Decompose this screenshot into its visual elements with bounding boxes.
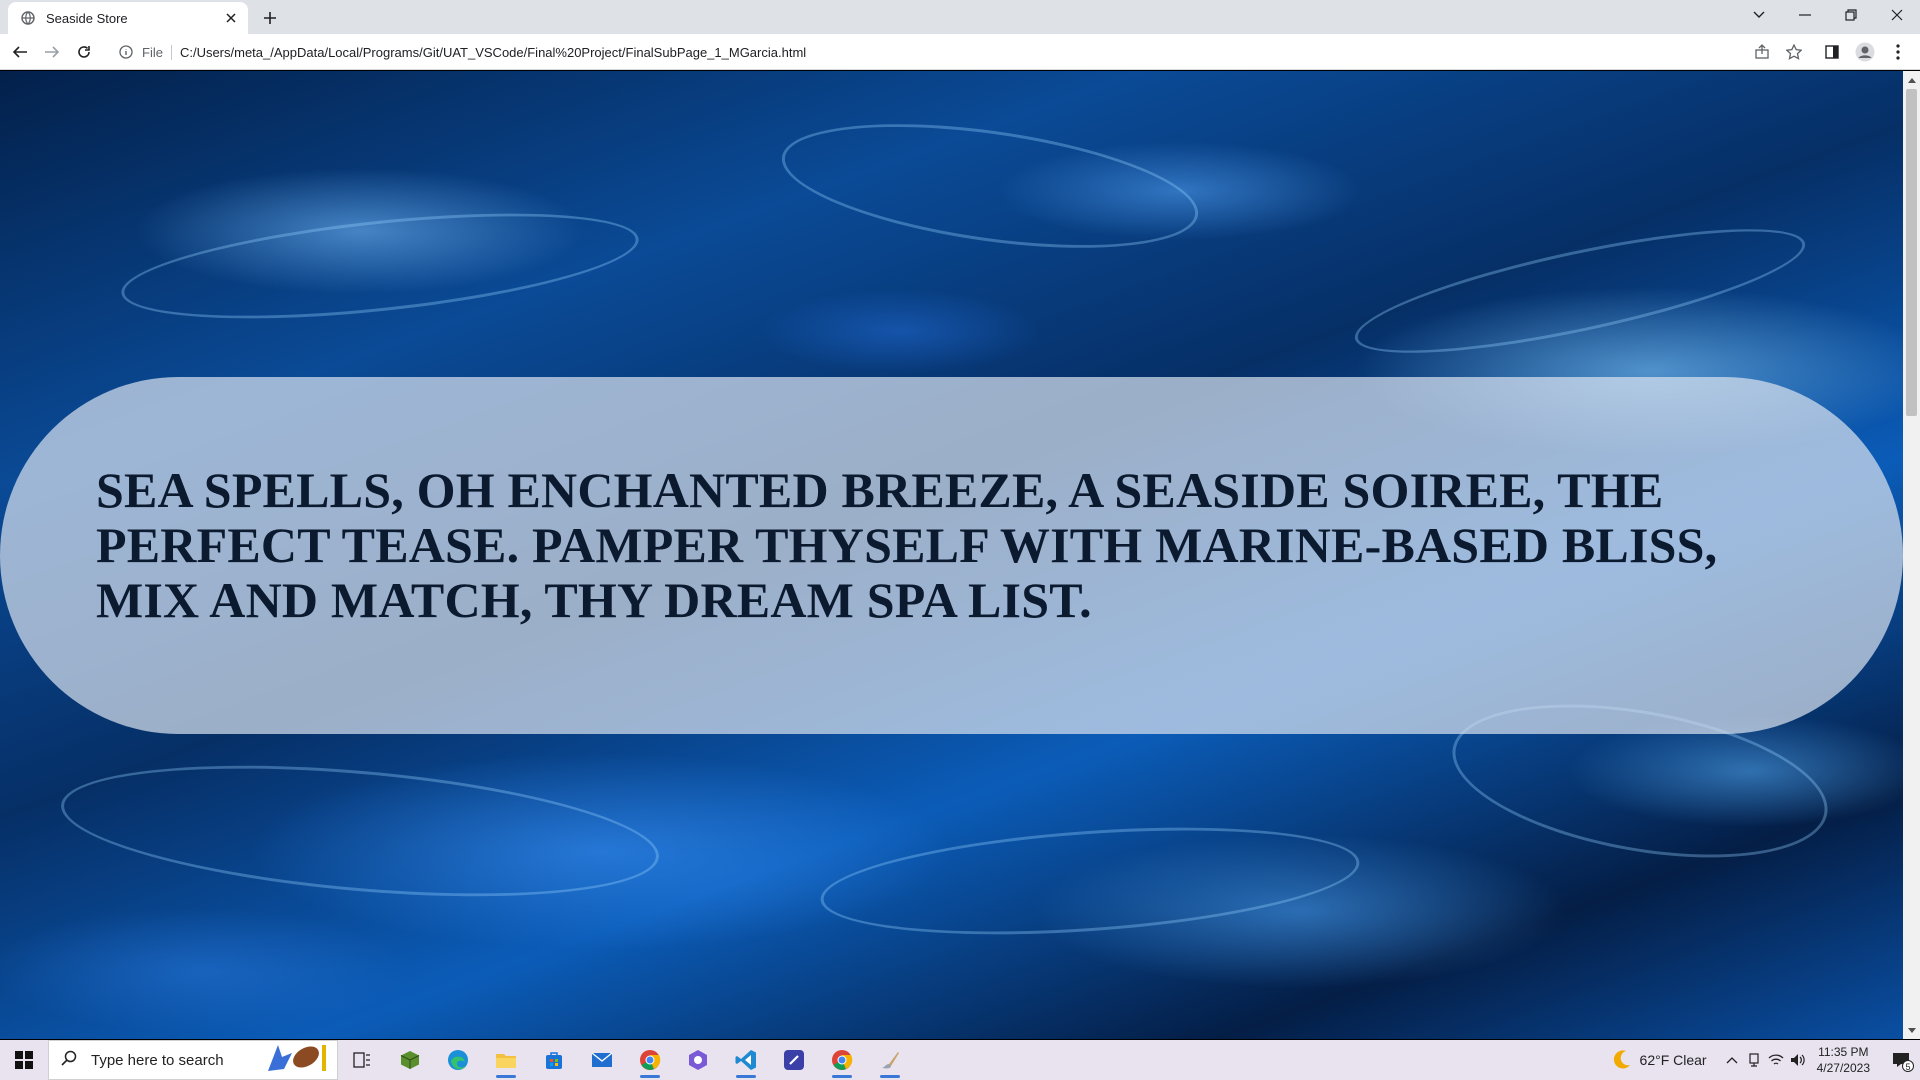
moon-icon [1612, 1049, 1632, 1072]
network-device-icon[interactable] [1743, 1040, 1765, 1080]
browser-tab[interactable]: Seaside Store [8, 2, 248, 34]
football-search-highlight-icon [264, 1041, 334, 1080]
address-bar[interactable]: File C:/Users/meta_/AppData/Local/Progra… [110, 37, 1830, 67]
vertical-scrollbar[interactable] [1903, 71, 1920, 1039]
vscode-icon[interactable] [722, 1040, 770, 1080]
notification-center-icon[interactable]: 5 [1882, 1040, 1920, 1080]
paint-brush-app-icon[interactable] [866, 1040, 914, 1080]
tab-strip: Seaside Store [0, 0, 1920, 34]
url-scheme-label: File [142, 44, 172, 60]
taskbar-search-box[interactable]: Type here to search [48, 1040, 338, 1080]
water-ripple [817, 812, 1363, 950]
close-window-button[interactable] [1874, 0, 1920, 30]
github-desktop-icon[interactable] [674, 1040, 722, 1080]
info-icon[interactable] [116, 42, 136, 62]
wifi-icon[interactable] [1765, 1040, 1787, 1080]
search-placeholder: Type here to search [91, 1051, 224, 1069]
scroll-down-arrow-icon[interactable] [1903, 1022, 1920, 1039]
screen-recorder-icon[interactable] [770, 1040, 818, 1080]
scrollbar-thumb[interactable] [1906, 89, 1917, 416]
water-ripple [55, 745, 665, 917]
banner-poem-text: SEA SPELLS, OH ENCHANTED BREEZE, A SEASI… [96, 462, 1718, 628]
chrome-profile-icon[interactable] [626, 1040, 674, 1080]
tab-search-icon[interactable] [1736, 0, 1782, 30]
chevron-up-icon[interactable] [1721, 1040, 1743, 1080]
new-tab-button[interactable] [258, 6, 282, 30]
chrome-icon[interactable] [818, 1040, 866, 1080]
page-background-water: SEA SPELLS, OH ENCHANTED BREEZE, A SEASI… [0, 71, 1903, 1039]
clock-time: 11:35 PM [1818, 1045, 1869, 1059]
browser-toolbar: File C:/Users/meta_/AppData/Local/Progra… [0, 34, 1920, 70]
mail-icon[interactable] [578, 1040, 626, 1080]
volume-icon[interactable] [1787, 1040, 1809, 1080]
file-explorer-icon[interactable] [482, 1040, 530, 1080]
back-arrow-icon[interactable] [6, 38, 34, 66]
share-icon[interactable] [1750, 40, 1774, 64]
microsoft-store-icon[interactable] [530, 1040, 578, 1080]
windows-taskbar: Type here to search 62°F Clear 11:35 PM … [0, 1040, 1920, 1080]
scroll-up-arrow-icon[interactable] [1903, 71, 1920, 88]
hero-banner: SEA SPELLS, OH ENCHANTED BREEZE, A SEASI… [0, 377, 1903, 734]
windows-start-icon[interactable] [0, 1040, 48, 1080]
bookmark-star-icon[interactable] [1782, 40, 1806, 64]
forward-arrow-icon[interactable] [38, 38, 66, 66]
profile-avatar-icon[interactable] [1853, 40, 1877, 64]
water-ripple [116, 194, 644, 338]
weather-text: 62°F Clear [1639, 1052, 1707, 1068]
taskbar-clock[interactable]: 11:35 PM 4/27/2023 [1817, 1044, 1870, 1076]
restore-button[interactable] [1828, 0, 1874, 30]
minecraft-icon[interactable] [386, 1040, 434, 1080]
side-panel-icon[interactable] [1820, 40, 1844, 64]
tab-title: Seaside Store [46, 10, 128, 26]
url-text[interactable]: C:/Users/meta_/AppData/Local/Programs/Gi… [180, 45, 806, 60]
weather-widget[interactable]: 62°F Clear [1612, 1049, 1707, 1072]
system-tray: 62°F Clear 11:35 PM 4/27/2023 5 [1612, 1040, 1920, 1080]
search-icon [61, 1050, 77, 1071]
minimize-button[interactable] [1782, 0, 1828, 30]
task-view-icon[interactable] [338, 1040, 386, 1080]
water-ripple [1346, 204, 1814, 378]
notification-count-badge: 5 [1902, 1060, 1914, 1072]
edge-browser-icon[interactable] [434, 1040, 482, 1080]
water-ripple [774, 102, 1206, 270]
clock-date: 4/27/2023 [1816, 1061, 1870, 1075]
menu-kebab-icon[interactable] [1886, 40, 1910, 64]
close-tab-icon[interactable] [222, 9, 240, 27]
reload-icon[interactable] [70, 38, 98, 66]
globe-icon [20, 10, 36, 26]
